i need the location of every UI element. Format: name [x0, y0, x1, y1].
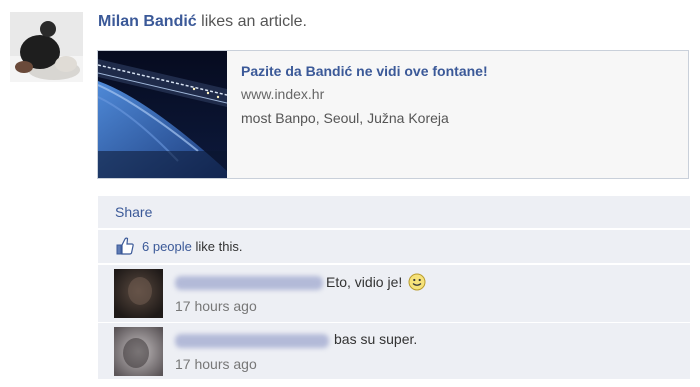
fountain-photo	[98, 51, 227, 178]
smiley-icon	[408, 273, 426, 291]
comment-text: Eto, vidio je!	[326, 273, 426, 291]
share-link[interactable]: Share	[115, 204, 152, 220]
likes-summary: 6 people like this.	[142, 239, 242, 254]
article-attachment: Pazite da Bandić ne vidi ove fontane! ww…	[97, 50, 689, 179]
likes-row: 6 people like this.	[98, 229, 690, 263]
comment-timestamp[interactable]: 17 hours ago	[175, 356, 257, 372]
commenter-name-redacted[interactable]	[175, 334, 329, 348]
comment-item: bas su super. 17 hours ago	[98, 322, 690, 379]
story-headline: Milan Bandić likes an article.	[98, 12, 307, 32]
article-title-link[interactable]: Pazite da Bandić ne vidi ove fontane!	[241, 62, 681, 80]
article-text: Pazite da Bandić ne vidi ove fontane! ww…	[241, 62, 681, 127]
author-photo	[10, 12, 83, 82]
article-caption: most Banpo, Seoul, Južna Koreja	[241, 110, 449, 126]
author-name-link[interactable]: Milan Bandić	[98, 13, 197, 30]
commenter-avatar[interactable]	[114, 327, 163, 376]
comment-timestamp[interactable]: 17 hours ago	[175, 298, 257, 314]
commenter-avatar[interactable]	[114, 269, 163, 318]
story-verb: likes an article.	[201, 13, 307, 30]
article-domain: www.index.hr	[241, 86, 325, 102]
comment-body: Eto, vidio je!	[326, 274, 403, 290]
likers-link[interactable]: 6 people	[142, 239, 192, 254]
comment-item: Eto, vidio je! 17 hours ago	[98, 264, 690, 322]
thumbs-up-icon	[115, 236, 135, 256]
comment-body: bas su super.	[334, 331, 418, 347]
likes-suffix: like this.	[191, 239, 243, 254]
author-avatar[interactable]	[10, 12, 83, 82]
article-thumbnail[interactable]	[98, 51, 227, 178]
share-row: Share	[98, 196, 690, 228]
commenter-name-redacted[interactable]	[175, 276, 323, 290]
